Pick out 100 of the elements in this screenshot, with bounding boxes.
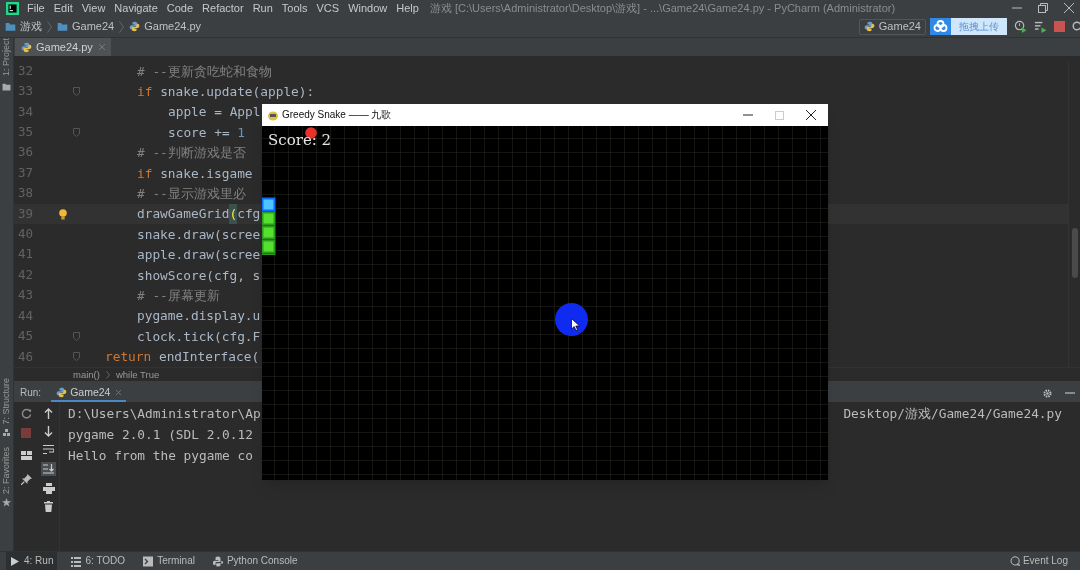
menu-item[interactable]: VCS bbox=[316, 2, 340, 14]
code-text: cfg bbox=[237, 205, 261, 224]
code-keyword: if bbox=[137, 83, 153, 101]
line-number: 38 bbox=[16, 184, 33, 203]
tool-window-button[interactable]: Terminal bbox=[139, 551, 199, 570]
score-text: Score: 2 bbox=[268, 133, 332, 148]
structure-icon bbox=[2, 428, 11, 437]
code-text: apple.draw(scree bbox=[137, 246, 261, 265]
tool-window-tab[interactable]: 2: Favorites bbox=[2, 446, 11, 494]
rerun-icon[interactable] bbox=[20, 408, 32, 419]
breadcrumb-item[interactable]: Game24.py bbox=[144, 21, 202, 32]
close-icon[interactable] bbox=[806, 110, 816, 120]
tool-window-tab[interactable]: 7: Structure bbox=[2, 378, 11, 425]
python-file-icon bbox=[129, 21, 141, 32]
python-file-icon bbox=[21, 41, 32, 53]
menu-item[interactable]: File bbox=[27, 2, 45, 14]
code-comment: # --显示游戏里必 bbox=[137, 185, 246, 204]
code-text: showScore(cfg, s bbox=[137, 266, 261, 285]
panel-label: Run: bbox=[20, 388, 42, 398]
line-number: 45 bbox=[16, 327, 33, 346]
code-number: 1 bbox=[237, 123, 246, 142]
terminal-icon bbox=[143, 555, 154, 567]
profile-icon[interactable] bbox=[1034, 20, 1047, 33]
settings-icon[interactable] bbox=[1042, 387, 1053, 399]
cursor-icon bbox=[571, 318, 580, 331]
console-output: D:\Users\Administrator\Ap bbox=[68, 404, 261, 423]
python-icon bbox=[212, 555, 223, 567]
run-with-coverage-icon[interactable] bbox=[1014, 20, 1027, 33]
breadcrumb-item[interactable]: 游戏 bbox=[20, 21, 42, 32]
menu-item[interactable]: Window bbox=[348, 2, 388, 14]
star-icon bbox=[2, 498, 11, 507]
fold-marker-icon[interactable] bbox=[72, 87, 80, 97]
run-configuration-dropdown[interactable]: Game24 bbox=[858, 18, 926, 35]
code-text: apple = Appl bbox=[168, 103, 261, 122]
play-icon bbox=[10, 555, 20, 567]
editor-tab[interactable]: Game24.py bbox=[15, 38, 111, 56]
cloud-icon[interactable] bbox=[930, 18, 951, 35]
code-comment: # --更新贪吃蛇和食物 bbox=[137, 62, 272, 81]
tool-window-button[interactable]: 6: TODO bbox=[67, 551, 130, 570]
code-keyword: return bbox=[105, 348, 152, 367]
event-log-button[interactable]: Event Log bbox=[1009, 556, 1068, 566]
menu-item[interactable]: Tools bbox=[281, 2, 308, 14]
pin-icon[interactable] bbox=[20, 474, 32, 485]
maximize-icon bbox=[775, 110, 784, 120]
breadcrumb-item[interactable]: while True bbox=[115, 369, 160, 380]
tool-window-button[interactable]: Python Console bbox=[208, 551, 302, 570]
code-text: clock.tick(cfg.F bbox=[137, 327, 261, 346]
tool-window-tab[interactable]: 1: Project bbox=[2, 38, 11, 80]
line-number: 41 bbox=[16, 245, 33, 264]
menu-item[interactable]: Edit bbox=[53, 2, 73, 14]
code-text: pygame.display.u bbox=[137, 307, 261, 326]
print-icon[interactable] bbox=[42, 483, 55, 494]
list-icon bbox=[71, 555, 82, 567]
code-text: snake.draw(scree bbox=[137, 225, 261, 244]
line-number: 40 bbox=[16, 225, 33, 244]
console-output: Desktop/游戏/Game24/Game24.py bbox=[843, 404, 1062, 423]
run-tab[interactable]: Game24 bbox=[51, 384, 127, 402]
breadcrumb-item[interactable]: main() bbox=[73, 369, 100, 380]
code-text: snake.update(apple): bbox=[159, 83, 315, 101]
search-icon[interactable] bbox=[1072, 20, 1080, 33]
menu-item[interactable]: View bbox=[81, 2, 106, 14]
menu-item[interactable]: Refactor bbox=[202, 2, 244, 14]
line-number: 35 bbox=[16, 123, 33, 142]
menu-item[interactable]: Help bbox=[396, 2, 419, 14]
line-number: 33 bbox=[16, 82, 33, 101]
chevron-icon bbox=[105, 370, 110, 379]
chevron-icon bbox=[47, 20, 52, 33]
fold-marker-icon[interactable] bbox=[72, 352, 80, 362]
light-bulb-icon[interactable] bbox=[59, 208, 67, 220]
console-output: Hello from the pygame co bbox=[68, 446, 253, 465]
tool-window-button[interactable]: 4: Run bbox=[6, 551, 58, 570]
menu-item[interactable]: Code bbox=[166, 2, 194, 14]
speech-bubble-icon bbox=[1009, 556, 1020, 566]
fold-marker-icon[interactable] bbox=[72, 332, 80, 341]
restore-icon[interactable] bbox=[1038, 3, 1048, 13]
chevron-icon bbox=[119, 20, 125, 33]
trash-icon[interactable] bbox=[44, 501, 53, 512]
folder-icon bbox=[5, 21, 16, 32]
layout-icon[interactable] bbox=[20, 451, 32, 460]
matched-bracket: ( bbox=[229, 204, 238, 224]
menu-item[interactable]: Navigate bbox=[114, 2, 158, 14]
scrollbar-thumb[interactable] bbox=[1072, 228, 1078, 278]
line-number: 36 bbox=[16, 143, 33, 162]
folder-icon bbox=[57, 21, 68, 32]
python-icon bbox=[56, 386, 68, 398]
line-number: 34 bbox=[16, 102, 33, 121]
code-text: score += bbox=[168, 123, 231, 142]
click-indicator-icon bbox=[555, 303, 588, 336]
soft-wrap-icon[interactable] bbox=[43, 444, 54, 455]
code-comment: # --判断游戏是否 bbox=[137, 144, 246, 163]
menu-item[interactable]: Run bbox=[252, 2, 273, 14]
arrow-up-icon[interactable] bbox=[44, 408, 53, 419]
window-title: Greedy Snake —— 九歌 bbox=[282, 110, 392, 120]
line-number: 32 bbox=[16, 61, 33, 80]
arrow-down-icon[interactable] bbox=[44, 426, 53, 437]
python-icon bbox=[863, 21, 875, 32]
code-text: snake.isgame bbox=[159, 164, 253, 183]
scroll-to-end-icon[interactable] bbox=[41, 462, 56, 476]
breadcrumb-item[interactable]: Game24 bbox=[72, 21, 115, 32]
fold-marker-icon[interactable] bbox=[72, 127, 80, 137]
